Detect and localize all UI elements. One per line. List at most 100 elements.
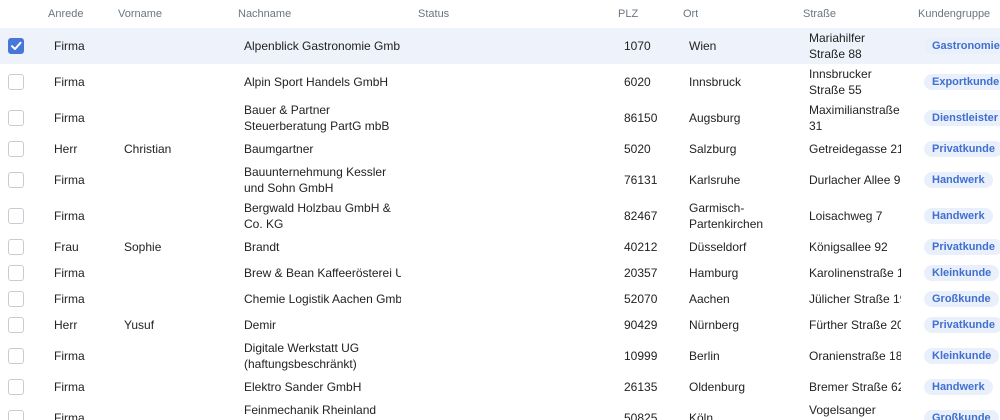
cell-strasse: Loisachweg 7 xyxy=(809,209,883,223)
cell-status xyxy=(418,234,608,260)
cell-status xyxy=(418,100,608,136)
cell-ort: Innsbruck xyxy=(689,75,742,89)
cell-kundengruppe: Privatkunde xyxy=(924,312,1000,338)
cell-nachname: Alpin Sport Handels GmbH xyxy=(244,75,389,89)
table-row[interactable]: Firma Bergwald Holzbau GmbH & Co. KG 82467… xyxy=(0,198,1000,235)
kundengruppe-badge: Privatkunde xyxy=(924,239,1000,255)
row-select-checkbox[interactable] xyxy=(8,110,24,126)
column-header-strasse[interactable]: Straße xyxy=(803,0,836,28)
cell-kundengruppe: Dienstleister xyxy=(924,100,1000,136)
table-row[interactable]: Herr Yusuf Demir 90429 Nürnberg Fürther Straß… xyxy=(0,312,1000,339)
cell-vorname xyxy=(124,28,234,64)
kundengruppe-badge: Kleinkunde xyxy=(924,265,1000,281)
cell-vorname xyxy=(124,286,234,312)
table-row[interactable]: Firma Chemie Logistik Aachen GmbH 52070 Aac… xyxy=(0,286,1000,313)
cell-anrede: Firma xyxy=(54,380,85,394)
cell-nachname: Chemie Logistik Aachen GmbH xyxy=(244,292,401,306)
cell-nachname: Bauunternehmung Kessler und Sohn GmbH xyxy=(244,165,387,195)
cell-nachname: Brew & Bean Kaffeerösterei UG xyxy=(244,266,401,280)
cell-nachname: Alpenblick Gastronomie GmbH xyxy=(244,39,401,53)
column-header-anrede[interactable]: Anrede xyxy=(48,0,83,28)
table-row[interactable]: Frau Sophie Brandt 40212 Düsseldorf Königsall… xyxy=(0,234,1000,261)
column-header-plz[interactable]: PLZ xyxy=(618,0,638,28)
table-row[interactable]: Firma Bauer & Partner Steuerberatung Part… xyxy=(0,100,1000,137)
kundengruppe-badge: Handwerk xyxy=(924,172,993,188)
table-row[interactable]: Firma Digitale Werkstatt UG (haftungsbesc… xyxy=(0,338,1000,375)
cell-anrede: Firma xyxy=(54,111,85,125)
cell-status xyxy=(418,28,608,64)
table-row[interactable]: Firma Alpenblick Gastronomie GmbH 1070 Wien… xyxy=(0,28,1000,65)
cell-nachname: Elektro Sander GmbH xyxy=(244,380,362,394)
cell-vorname: Sophie xyxy=(124,240,162,254)
cell-status xyxy=(418,260,608,286)
row-select-checkbox[interactable] xyxy=(8,38,24,54)
check-icon xyxy=(11,41,22,50)
cell-plz: 52070 xyxy=(624,292,658,306)
kundengruppe-badge: Privatkunde xyxy=(924,141,1000,157)
cell-plz: 86150 xyxy=(624,111,658,125)
table-row[interactable]: Firma Bauunternehmung Kessler und Sohn Gm… xyxy=(0,162,1000,199)
row-select-checkbox[interactable] xyxy=(8,379,24,395)
cell-anrede: Firma xyxy=(54,209,85,223)
cell-strasse: Königsallee 92 xyxy=(809,240,888,254)
cell-status xyxy=(418,374,608,400)
cell-plz: 76131 xyxy=(624,173,658,187)
column-header-vorname[interactable]: Vorname xyxy=(118,0,162,28)
table-row[interactable]: Herr Christian Baumgartner 5020 Salzburg Getr… xyxy=(0,136,1000,163)
cell-ort: Aachen xyxy=(689,292,730,306)
row-select-checkbox[interactable] xyxy=(8,74,24,90)
cell-kundengruppe: Privatkunde xyxy=(924,136,1000,162)
cell-ort: Karlsruhe xyxy=(689,173,741,187)
cell-nachname: Feinmechanik Rheinland GmbH xyxy=(244,403,377,420)
cell-ort: Augsburg xyxy=(689,111,741,125)
cell-status xyxy=(418,286,608,312)
row-select-checkbox[interactable] xyxy=(8,291,24,307)
table-row[interactable]: Firma Brew & Bean Kaffeerösterei UG 20357 H… xyxy=(0,260,1000,287)
table-row[interactable]: Firma Alpin Sport Handels GmbH 6020 Innsbru… xyxy=(0,64,1000,101)
cell-ort: Oldenburg xyxy=(689,380,746,394)
cell-kundengruppe: Kleinkunde xyxy=(924,338,1000,374)
row-select-checkbox[interactable] xyxy=(8,172,24,188)
cell-strasse: Oranienstraße 183 xyxy=(809,349,901,363)
kundengruppe-badge: Großkunde xyxy=(924,410,999,420)
cell-nachname: Bergwald Holzbau GmbH & Co. KG xyxy=(244,201,391,231)
row-select-checkbox[interactable] xyxy=(8,239,24,255)
cell-strasse: Maximilianstraße 31 xyxy=(809,103,900,133)
column-header-ort[interactable]: Ort xyxy=(683,0,698,28)
cell-kundengruppe: Kleinkunde xyxy=(924,260,1000,286)
column-header-nachname[interactable]: Nachname xyxy=(238,0,291,28)
row-select-checkbox[interactable] xyxy=(8,208,24,224)
cell-vorname xyxy=(124,400,234,420)
table-row[interactable]: Firma Elektro Sander GmbH 26135 Oldenburg Br… xyxy=(0,374,1000,401)
cell-vorname xyxy=(124,162,234,198)
cell-strasse: Karolinenstraße 12 xyxy=(809,266,901,280)
row-select-checkbox[interactable] xyxy=(8,265,24,281)
kundengruppe-badge: Kleinkunde xyxy=(924,348,1000,364)
cell-kundengruppe: Handwerk xyxy=(924,162,1000,198)
cell-strasse: Bremer Straße 62 xyxy=(809,380,901,394)
cell-nachname: Brandt xyxy=(244,240,280,254)
cell-kundengruppe: Großkunde xyxy=(924,286,1000,312)
cell-kundengruppe: Handwerk xyxy=(924,198,1000,234)
cell-ort: Düsseldorf xyxy=(689,240,747,254)
row-select-checkbox[interactable] xyxy=(8,141,24,157)
row-select-checkbox[interactable] xyxy=(8,348,24,364)
cell-strasse: Fürther Straße 205 xyxy=(809,318,901,332)
cell-vorname: Yusuf xyxy=(124,318,155,332)
customer-grid: Anrede Vorname Nachname Status PLZ Ort S… xyxy=(0,0,1000,420)
grid-header: Anrede Vorname Nachname Status PLZ Ort S… xyxy=(0,0,1000,29)
cell-plz: 40212 xyxy=(624,240,658,254)
column-header-kundengruppe[interactable]: Kundengruppe xyxy=(918,0,990,28)
cell-anrede: Firma xyxy=(54,411,85,420)
table-row[interactable]: Firma Feinmechanik Rheinland GmbH 50825 Köl… xyxy=(0,400,1000,420)
cell-anrede: Firma xyxy=(54,292,85,306)
cell-status xyxy=(418,338,608,374)
cell-kundengruppe: Privatkunde xyxy=(924,234,1000,260)
cell-anrede: Firma xyxy=(54,349,85,363)
column-header-status[interactable]: Status xyxy=(418,0,449,28)
row-select-checkbox[interactable] xyxy=(8,317,24,333)
cell-anrede: Firma xyxy=(54,266,85,280)
row-select-checkbox[interactable] xyxy=(8,410,24,420)
cell-status xyxy=(418,136,608,162)
cell-kundengruppe: Gastronomie xyxy=(924,28,1000,64)
